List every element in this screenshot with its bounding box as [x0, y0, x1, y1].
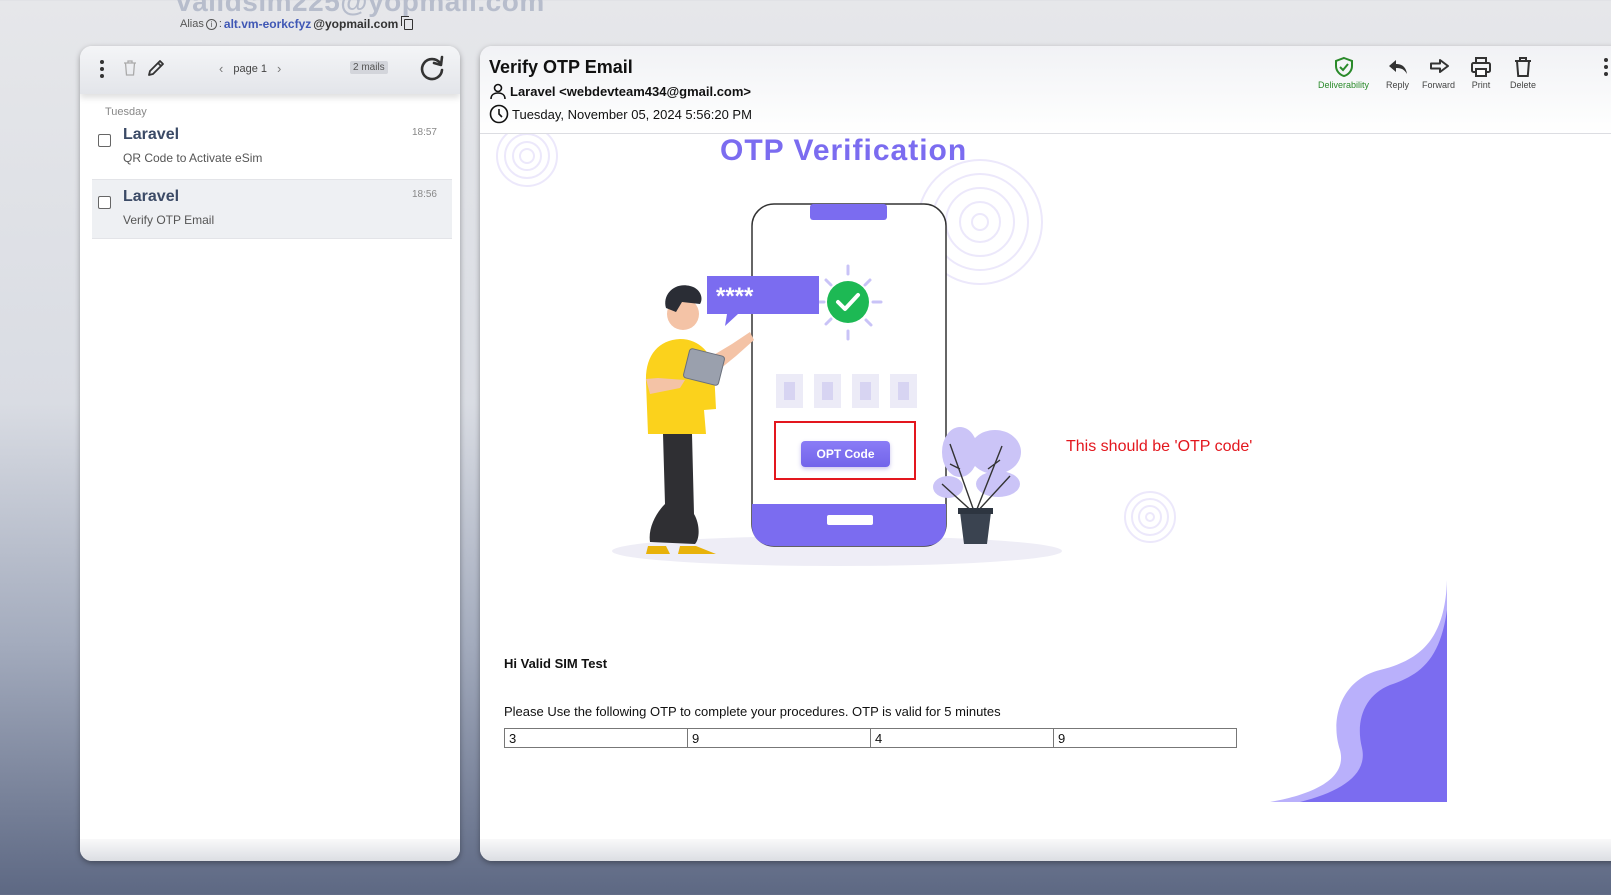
message-date: Tuesday, November 05, 2024 5:56:20 PM — [489, 104, 752, 124]
message-panel: Verify OTP Email Laravel <webdevteam434@… — [480, 46, 1611, 861]
deliverability-button[interactable]: Deliverability — [1318, 56, 1369, 90]
alias-label: Alias — [180, 18, 204, 30]
message-title: Verify OTP Email — [489, 57, 633, 77]
annotation-note: This should be 'OTP code' — [1066, 438, 1253, 455]
list-item[interactable]: Laravel QR Code to Activate eSim 18:57 — [92, 118, 452, 178]
mail-sender: Laravel — [123, 126, 180, 143]
printer-icon — [1471, 57, 1491, 77]
sender-address: Laravel <webdevteam434@gmail.com> — [510, 83, 752, 99]
forward-label: Forward — [1422, 80, 1456, 90]
message-body: **** OTP Verification OPT Code This shou… — [480, 134, 1611, 839]
message-from: Laravel <webdevteam434@gmail.com> — [489, 82, 751, 100]
print-label: Print — [1471, 80, 1491, 90]
next-page-icon[interactable]: › — [277, 61, 281, 76]
delete-button[interactable]: Delete — [1510, 56, 1536, 90]
alias-domain: @yopmail.com — [313, 17, 399, 31]
greeting-text: Hi Valid SIM Test — [504, 656, 608, 671]
message-more-icon[interactable] — [1604, 58, 1608, 79]
copy-icon[interactable] — [401, 15, 414, 30]
mail-subject: QR Code to Activate eSim — [123, 151, 263, 165]
reply-icon — [1388, 60, 1407, 74]
instructions-text: Please Use the following OTP to complete… — [504, 704, 1001, 719]
inbox-toolbar: ‹ page 1 › 2 mails — [80, 46, 460, 94]
otp-digit-field[interactable] — [870, 728, 1054, 748]
otp-digit-field[interactable] — [687, 728, 871, 748]
info-icon[interactable]: i — [205, 18, 217, 30]
mail-subject: Verify OTP Email — [123, 213, 215, 227]
alias-line: Alias i : alt.vm-eorkcfyz @yopmail.com — [180, 15, 414, 31]
mail-time: 18:57 — [411, 127, 437, 138]
mail-time: 18:56 — [411, 189, 437, 200]
speech-mask: **** — [716, 283, 754, 310]
otp-code-button[interactable]: OPT Code — [801, 441, 890, 467]
forward-icon — [1429, 59, 1449, 73]
message-header: Verify OTP Email Laravel <webdevteam434@… — [480, 46, 1611, 134]
forward-button[interactable]: Forward — [1422, 56, 1455, 90]
reply-label: Reply — [1386, 80, 1410, 90]
shield-check-icon — [1334, 56, 1353, 78]
alias-link[interactable]: alt.vm-eorkcfyz — [224, 17, 311, 31]
mail-checkbox[interactable] — [98, 196, 111, 209]
print-button[interactable]: Print — [1470, 56, 1492, 90]
top-strip: validsim225@yopmail.com Alias i : alt.vm… — [0, 0, 1611, 44]
date-text: Tuesday, November 05, 2024 5:56:20 PM — [512, 106, 752, 122]
compose-icon[interactable] — [146, 58, 166, 78]
otp-digit-field[interactable] — [504, 728, 688, 748]
delete-label: Delete — [1510, 80, 1537, 90]
delete-all-icon[interactable] — [123, 60, 137, 76]
mail-count-badge: 2 mails — [350, 61, 388, 74]
message-footer-bar — [480, 839, 1611, 861]
deliverability-label: Deliverability — [1318, 80, 1370, 90]
mail-sender: Laravel — [123, 188, 180, 205]
list-item[interactable]: Laravel Verify OTP Email 18:56 — [92, 179, 452, 239]
mail-checkbox[interactable] — [98, 134, 111, 147]
user-icon — [490, 83, 506, 100]
otp-digit-field[interactable] — [1053, 728, 1237, 748]
prev-page-icon[interactable]: ‹ — [219, 61, 223, 76]
more-options-icon[interactable] — [100, 60, 104, 81]
reply-button[interactable]: Reply — [1386, 56, 1409, 90]
alias-separator: : — [218, 18, 222, 30]
page-label: page 1 — [233, 62, 267, 75]
inbox-footer-bar — [80, 839, 460, 861]
inbox-panel: ‹ page 1 › 2 mails Tuesday Laravel QR Co… — [80, 46, 460, 861]
pager: ‹ page 1 › — [219, 61, 281, 76]
decorative-wave — [1270, 580, 1447, 802]
refresh-icon[interactable] — [418, 54, 446, 82]
clock-icon — [489, 104, 509, 124]
otp-heading: OTP Verification — [720, 134, 968, 167]
inbox-email-title: validsim225@yopmail.com — [176, 0, 545, 17]
trash-icon — [1515, 57, 1531, 77]
day-label: Tuesday — [105, 106, 147, 118]
